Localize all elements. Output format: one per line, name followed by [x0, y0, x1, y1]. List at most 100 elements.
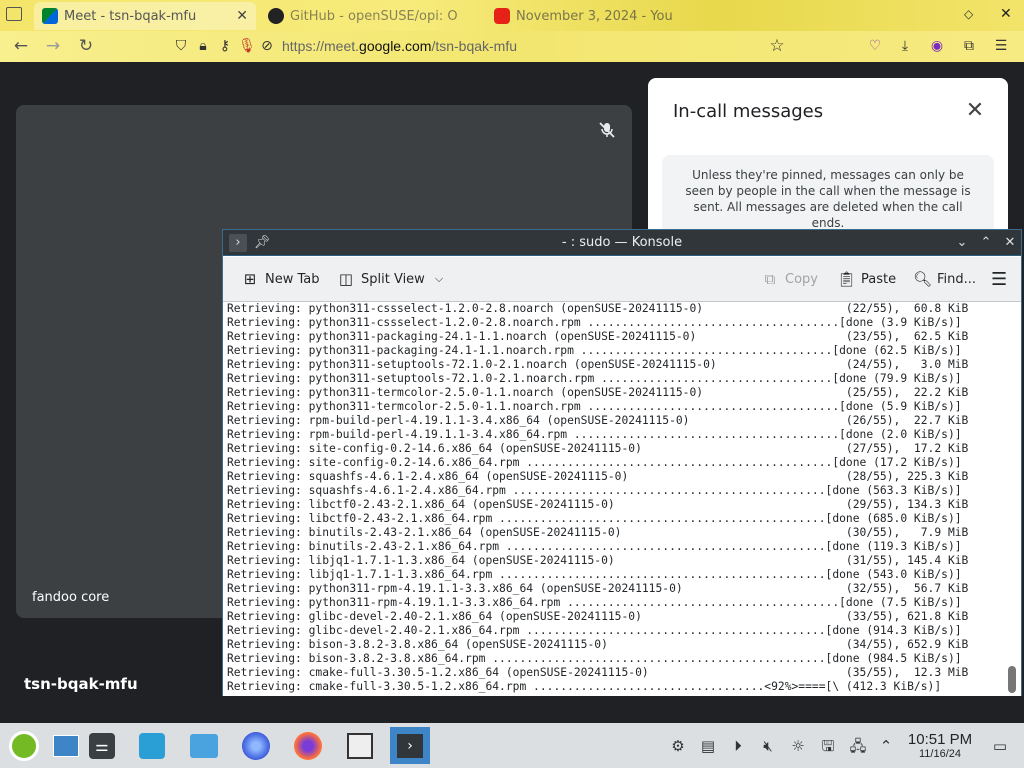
terminal-line: Retrieving: python311-cssselect-1.2.0-2.… [227, 316, 962, 329]
back-icon[interactable]: ← [10, 35, 32, 57]
maximize-icon[interactable]: ⌃ [977, 234, 995, 252]
media-player-icon[interactable]: ⏵ [728, 736, 748, 756]
url-prefix: https://meet. [282, 38, 360, 54]
terminal-line: Retrieving: python311-cssselect-1.2.0-2.… [227, 302, 969, 315]
clock-date[interactable]: 11/16/24 [896, 748, 984, 760]
dolphin-files-icon[interactable] [184, 727, 224, 764]
brightness-icon[interactable]: ☼ [788, 736, 808, 756]
clipboard-icon[interactable]: ▤ [698, 736, 718, 756]
clock-time[interactable]: 10:51 PM [896, 731, 984, 748]
screenshot-tool-icon[interactable] [340, 727, 380, 764]
find-button[interactable]: 🔍︎ Find... [913, 269, 976, 289]
shield-icon[interactable]: ⛉ [172, 37, 190, 55]
terminal-line: Retrieving: bison-3.8.2-3.8.x86_64.rpm .… [227, 652, 962, 665]
find-label: Find... [937, 271, 977, 287]
split-view-label: Split View [361, 271, 425, 287]
konsole-toolbar: ⊞ New Tab ◫ Split View ⌵ ⧉ Copy 📋︎ Paste… [223, 257, 1021, 302]
microphone-icon[interactable]: 🎙︎ [238, 37, 256, 55]
window-close-icon[interactable]: ✕ [1000, 6, 1014, 22]
split-view-icon: ◫ [338, 270, 354, 288]
chevron-down-icon: ⌵ [434, 272, 444, 285]
copy-button[interactable]: ⧉ Copy [761, 269, 818, 289]
terminal-line: Retrieving: libctf0-2.43-2.1.x86_64 (ope… [227, 498, 969, 511]
terminal-output[interactable]: Retrieving: python311-cssselect-1.2.0-2.… [223, 302, 1021, 696]
terminal-line: Retrieving: glibc-devel-2.40-2.1.x86_64.… [227, 624, 962, 637]
messages-info-note: Unless they're pinned, messages can only… [662, 155, 994, 235]
terminal-line: Retrieving: cmake-full-3.30.5-1.2.x86_64… [227, 666, 969, 679]
konsole-titlebar[interactable]: › 📌︎ - : sudo — Konsole ⌄ ⌃ ✕ [223, 230, 1021, 256]
terminal-line: Retrieving: python311-rpm-4.19.1.1-3.3.x… [227, 596, 962, 609]
firefox-alt-icon[interactable] [236, 727, 276, 764]
url-domain: google.com [359, 38, 432, 54]
in-call-messages-panel: In-call messages ✕ Unless they're pinned… [648, 78, 1008, 238]
paste-icon: 📋︎ [837, 270, 857, 288]
lock-icon[interactable]: 🔒︎ [194, 37, 212, 55]
navigation-toolbar: ← → ↻ ⛉ 🔒︎ ⚷ 🎙︎ ⊘ https://meet.google.co… [0, 31, 1024, 62]
downloads-icon[interactable]: ⤓ [896, 37, 914, 55]
hamburger-menu-icon[interactable]: ☰ [991, 269, 1007, 290]
terminal-line: Retrieving: python311-rpm-4.19.1.1-3.3.x… [227, 582, 969, 595]
new-tab-label: New Tab [265, 271, 320, 287]
terminal-line: Retrieving: python311-termcolor-2.5.0-1.… [227, 386, 969, 399]
tab-youtube[interactable]: November 3, 2024 - You [486, 2, 686, 30]
forward-icon[interactable]: → [42, 35, 64, 57]
participant-name: fandoo core [32, 590, 110, 605]
close-window-icon[interactable]: ✕ [1001, 234, 1019, 252]
paste-label: Paste [861, 271, 897, 287]
camera-blocked-icon[interactable]: ⊘ [258, 37, 276, 55]
show-desktop-icon[interactable]: ▭ [990, 736, 1010, 756]
menu-icon[interactable]: ☰ [992, 37, 1010, 55]
volume-muted-icon[interactable]: 🔇︎ [758, 736, 778, 756]
terminal-line: Retrieving: site-config-0.2-14.6.x86_64.… [227, 456, 962, 469]
terminal-line: Retrieving: glibc-devel-2.40-2.1.x86_64 … [227, 610, 969, 623]
terminal-line: Retrieving: python311-packaging-24.1-1.1… [227, 344, 962, 357]
application-launcher-icon[interactable] [4, 727, 44, 764]
search-icon: 🔍︎ [913, 270, 933, 288]
copy-icon: ⧉ [764, 270, 776, 288]
muted-microphone-icon [598, 121, 616, 139]
terminal-line: Retrieving: libctf0-2.43-2.1.x86_64.rpm … [227, 512, 962, 525]
tab-github[interactable]: GitHub - openSUSE/opi: O [260, 2, 482, 30]
panel-title: In-call messages [673, 101, 824, 122]
permissions-icon[interactable]: ⚷ [216, 37, 234, 55]
pocket-icon[interactable]: ♡ [866, 37, 884, 55]
reload-icon[interactable]: ↻ [75, 35, 97, 57]
window-title: - : sudo — Konsole [561, 235, 683, 250]
network-icon[interactable]: 🖧︎ [848, 736, 868, 756]
terminal-lines: Retrieving: python311-cssselect-1.2.0-2.… [227, 302, 1007, 694]
minimize-icon[interactable]: ⌄ [953, 234, 971, 252]
new-tab-button[interactable]: ⊞ New Tab [241, 269, 320, 289]
firefox-icon[interactable] [288, 727, 328, 764]
system-settings-icon[interactable]: ⚌ [82, 727, 122, 764]
tab-overview-icon[interactable] [6, 7, 22, 21]
list-all-tabs-icon[interactable]: ◇ [964, 7, 978, 21]
split-view-button[interactable]: ◫ Split View ⌵ [337, 269, 443, 289]
terminal-line: Retrieving: python311-setuptools-72.1.0-… [227, 358, 969, 371]
account-icon[interactable]: ◉ [928, 37, 946, 55]
tab-github-title: GitHub - openSUSE/opi: O [290, 8, 458, 24]
terminal-line: Retrieving: libjq1-1.7.1-1.3.x86_64 (ope… [227, 554, 969, 567]
terminal-line: Retrieving: bison-3.8.2-3.8.x86_64 (open… [227, 638, 969, 651]
expand-tray-icon[interactable]: ⌃ [876, 736, 896, 756]
terminal-line: Retrieving: rpm-build-perl-4.19.1.1-3.4.… [227, 428, 962, 441]
konsole-taskbar-icon[interactable]: › [390, 727, 430, 764]
terminal-scrollbar[interactable] [1008, 666, 1016, 693]
storage-icon[interactable]: 🖫︎ [818, 736, 838, 756]
taskbar: ⚌ › ⚙︎ ▤ ⏵ 🔇︎ ☼ 🖫︎ 🖧︎ ⌃ ▭ [0, 723, 1024, 768]
bookmark-star-icon[interactable]: ☆ [768, 37, 786, 55]
url-field[interactable]: https://meet.google.com/tsn-bqak-mfu [282, 38, 517, 54]
google-meet-icon [42, 8, 58, 24]
paste-button[interactable]: 📋︎ Paste [837, 269, 896, 289]
tab-meet[interactable]: Meet - tsn-bqak-mfu ✕ [34, 2, 256, 30]
browser-tab-strip: Meet - tsn-bqak-mfu ✕ GitHub - openSUSE/… [0, 0, 1024, 31]
terminal-line: Retrieving: python311-setuptools-72.1.0-… [227, 372, 962, 385]
network-share-icon[interactable]: ⚙︎ [668, 736, 688, 756]
discover-store-icon[interactable] [132, 727, 172, 764]
pager-icon[interactable] [46, 727, 86, 764]
close-icon[interactable]: ✕ [964, 100, 986, 122]
extensions-icon[interactable]: ⧉ [960, 37, 978, 55]
copy-label: Copy [785, 271, 818, 287]
terminal-line: Retrieving: libjq1-1.7.1-1.3.x86_64.rpm … [227, 568, 962, 581]
close-tab-icon[interactable]: ✕ [236, 8, 248, 24]
meeting-code: tsn-bqak-mfu [24, 675, 138, 693]
